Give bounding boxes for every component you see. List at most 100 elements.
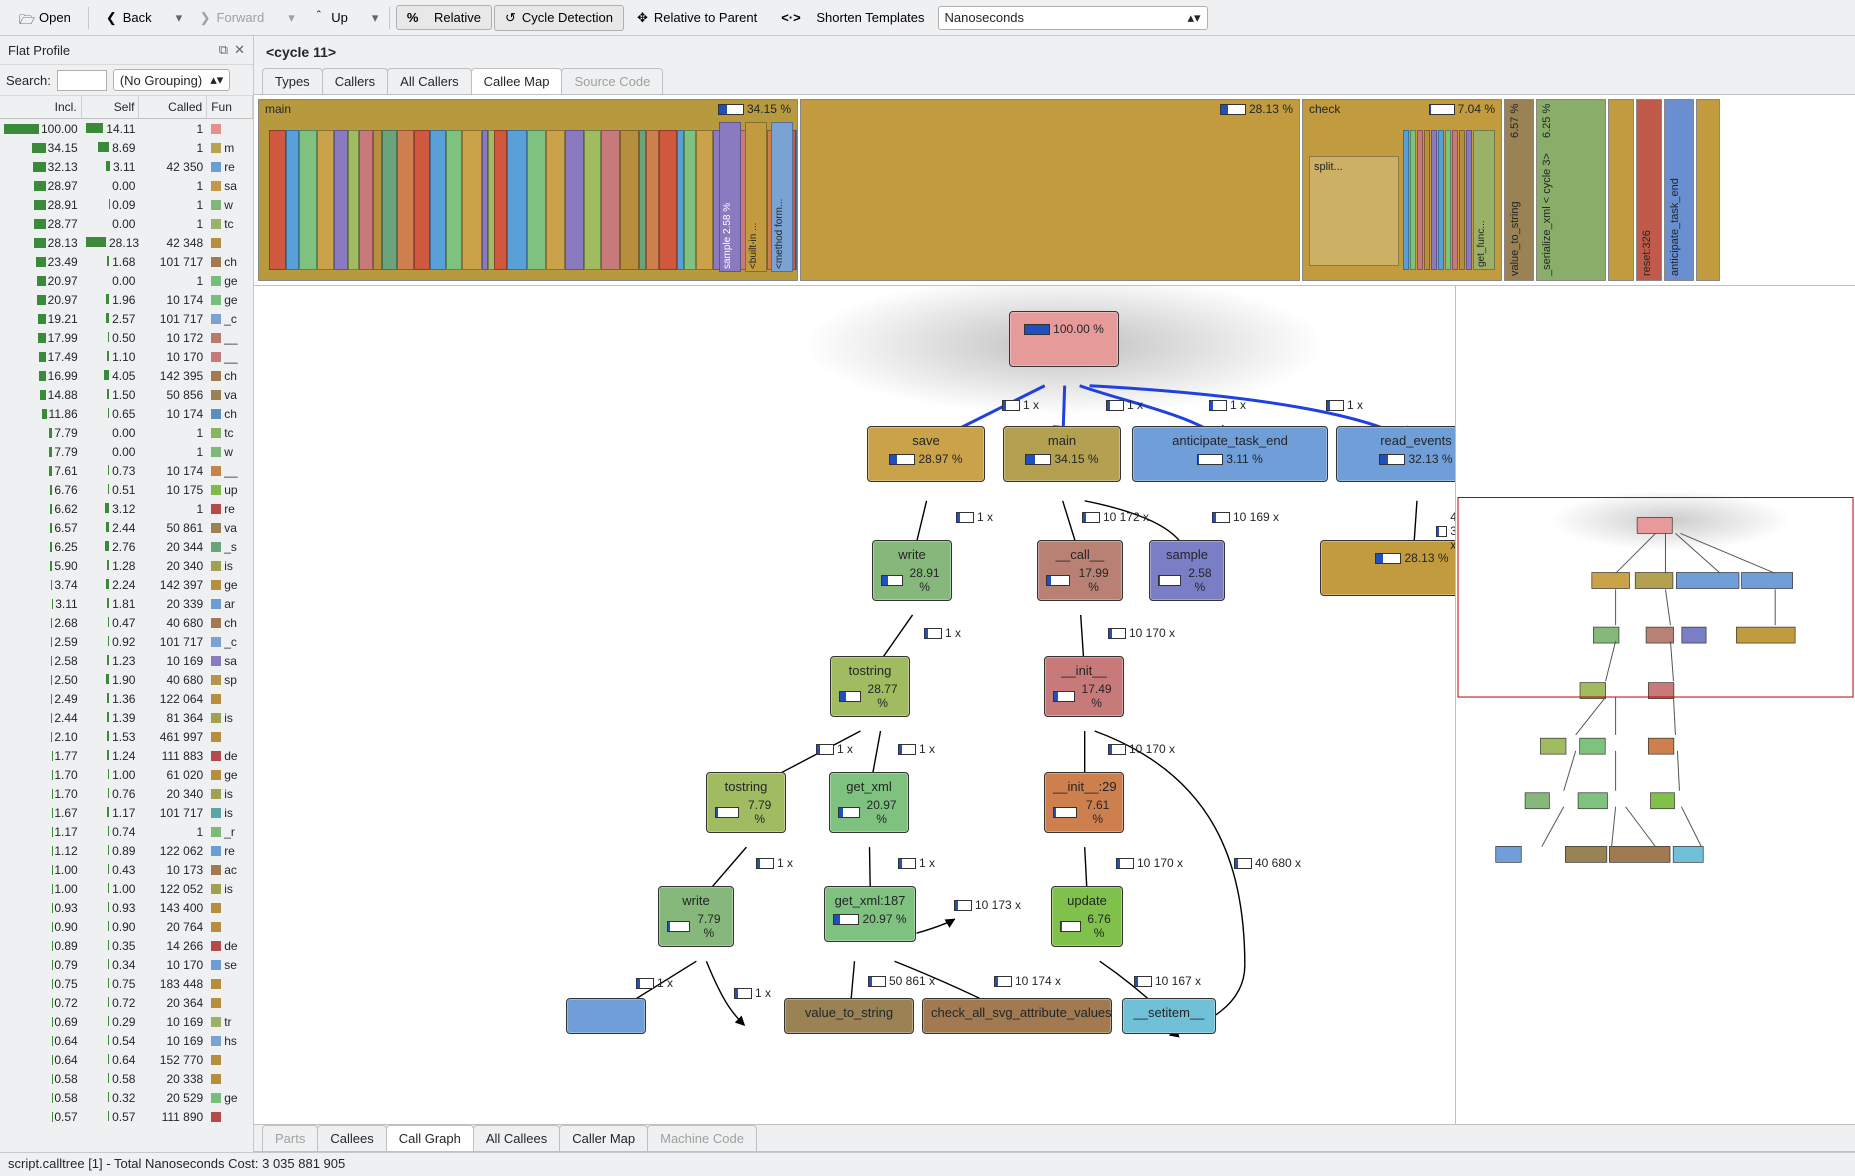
tab-source-code[interactable]: Source Code	[561, 68, 663, 94]
table-row[interactable]: 28.77 0.001tc	[0, 214, 253, 233]
table-row[interactable]: 0.58 0.3220 529ge	[0, 1088, 253, 1107]
graph-node-tostring[interactable]: tostring28.77 %	[830, 656, 910, 717]
close-icon[interactable]: ✕	[234, 42, 245, 58]
table-row[interactable]: 19.21 2.57101 717_c	[0, 309, 253, 328]
table-row[interactable]: 2.44 1.3981 364is	[0, 708, 253, 727]
table-row[interactable]: 0.93 0.93143 400	[0, 898, 253, 917]
table-row[interactable]: 2.58 1.2310 169sa	[0, 651, 253, 670]
table-row[interactable]: 6.76 0.5110 175up	[0, 480, 253, 499]
table-row[interactable]: 1.00 1.00122 052is	[0, 879, 253, 898]
graph-node-tostring2[interactable]: tostring7.79 %	[706, 772, 786, 833]
graph-node-write2[interactable]: write7.79 %	[658, 886, 734, 947]
tab-callees[interactable]: Callees	[317, 1125, 386, 1151]
table-row[interactable]: 23.49 1.68101 717ch	[0, 252, 253, 271]
table-row[interactable]: 0.90 0.9020 764	[0, 917, 253, 936]
table-row[interactable]: 1.00 0.4310 173ac	[0, 860, 253, 879]
tab-callers[interactable]: Callers	[322, 68, 388, 94]
table-row[interactable]: 32.13 3.1142 350re	[0, 157, 253, 176]
table-row[interactable]: 0.57 0.57111 890	[0, 1107, 253, 1126]
graph-node-root[interactable]: 100.00 %	[1009, 311, 1119, 367]
table-row[interactable]: 5.90 1.2820 340is	[0, 556, 253, 575]
minimap[interactable]	[1455, 286, 1855, 1124]
graph-node-call[interactable]: __call__17.99 %	[1037, 540, 1123, 601]
treemap-block[interactable]: anticipate_task_end	[1664, 99, 1694, 281]
graph-node-getxml[interactable]: get_xml20.97 %	[829, 772, 909, 833]
tab-parts[interactable]: Parts	[262, 1125, 318, 1151]
treemap-block[interactable]	[1608, 99, 1634, 281]
callee-map[interactable]: main 34.15 %sample 2.58 %<built-in ...<m…	[254, 95, 1855, 285]
treemap-block[interactable]	[1696, 99, 1720, 281]
graph-node-save[interactable]: save 28.97 %	[867, 426, 985, 482]
up-dropdown[interactable]: ▾	[361, 5, 383, 31]
graph-node-setitem[interactable]: __setitem__	[1122, 998, 1216, 1034]
table-row[interactable]: 0.72 0.7220 364	[0, 993, 253, 1012]
time-unit-select[interactable]: Nanoseconds▴▾	[938, 6, 1208, 30]
table-row[interactable]: 0.69 0.2910 169tr	[0, 1012, 253, 1031]
tab-call-graph[interactable]: Call Graph	[386, 1125, 474, 1151]
table-row[interactable]: 3.11 1.8120 339ar	[0, 594, 253, 613]
table-row[interactable]: 2.68 0.4740 680ch	[0, 613, 253, 632]
table-row[interactable]: 7.79 0.001w	[0, 442, 253, 461]
table-row[interactable]: 20.97 1.9610 174ge	[0, 290, 253, 309]
table-row[interactable]: 3.74 2.24142 397ge	[0, 575, 253, 594]
grouping-select[interactable]: (No Grouping)▴▾	[113, 69, 230, 91]
treemap-block[interactable]: value_to_string6.57 %	[1504, 99, 1534, 281]
table-row[interactable]: 17.99 0.5010 172__	[0, 328, 253, 347]
tab-all-callees[interactable]: All Callees	[473, 1125, 560, 1151]
table-row[interactable]: 0.58 0.5820 338	[0, 1069, 253, 1088]
table-row[interactable]: 0.64 0.64152 770	[0, 1050, 253, 1069]
tab-callee-map[interactable]: Callee Map	[471, 68, 563, 94]
table-row[interactable]: 16.99 4.05142 395ch	[0, 366, 253, 385]
table-row[interactable]: 1.12 0.89122 062re	[0, 841, 253, 860]
flat-table-header[interactable]: Incl. Self Called Fun	[0, 96, 253, 119]
table-row[interactable]: 1.70 1.0061 020ge	[0, 765, 253, 784]
cycle-detection-toggle[interactable]: ↺Cycle Detection	[494, 5, 624, 31]
back-dropdown[interactable]: ▾	[165, 5, 187, 31]
relative-toggle[interactable]: % Relative	[396, 5, 492, 30]
tab-all-callers[interactable]: All Callers	[387, 68, 472, 94]
table-row[interactable]: 2.10 1.53461 997	[0, 727, 253, 746]
table-row[interactable]: 6.25 2.7620 344_s	[0, 537, 253, 556]
forward-dropdown[interactable]: ▾	[277, 5, 299, 31]
graph-node-read[interactable]: read_events 32.13 %	[1336, 426, 1455, 482]
tab-types[interactable]: Types	[262, 68, 323, 94]
graph-node-v2s[interactable]: value_to_string	[784, 998, 914, 1034]
table-row[interactable]: 1.17 0.741_r	[0, 822, 253, 841]
table-row[interactable]: 2.50 1.9040 680sp	[0, 670, 253, 689]
back-button[interactable]: ❮Back	[95, 5, 163, 31]
forward-button[interactable]: ❯Forward	[189, 5, 276, 31]
table-row[interactable]: 28.91 0.091w	[0, 195, 253, 214]
graph-node-write[interactable]: write28.91 %	[872, 540, 952, 601]
graph-node-ujson[interactable]: 28.13 %	[1320, 540, 1455, 596]
treemap-block[interactable]: main 34.15 %sample 2.58 %<built-in ...<m…	[258, 99, 798, 281]
graph-node-sample[interactable]: sample2.58 %	[1149, 540, 1225, 601]
open-button[interactable]: 🗁Open	[8, 5, 82, 30]
shorten-templates-toggle[interactable]: <·> Shorten Templates	[770, 5, 935, 30]
table-row[interactable]: 28.13 28.1342 348	[0, 233, 253, 252]
treemap-block[interactable]: 28.13 %	[800, 99, 1300, 281]
flat-table-body[interactable]: 100.00 14.11134.15 8.691m32.13 3.1142 35…	[0, 119, 253, 1152]
graph-node-init29[interactable]: __init__:297.61 %	[1044, 772, 1124, 833]
table-row[interactable]: 28.97 0.001sa	[0, 176, 253, 195]
table-row[interactable]: 1.77 1.24111 883de	[0, 746, 253, 765]
tab-machine-code[interactable]: Machine Code	[647, 1125, 757, 1151]
treemap-block[interactable]: _serialize_xml < cycle 3>6.25 %	[1536, 99, 1606, 281]
table-row[interactable]: 2.49 1.36122 064	[0, 689, 253, 708]
graph-node-getxml187[interactable]: get_xml:18720.97 %	[824, 886, 916, 942]
table-row[interactable]: 0.75 0.75183 448	[0, 974, 253, 993]
table-row[interactable]: 1.70 0.7620 340is	[0, 784, 253, 803]
tab-caller-map[interactable]: Caller Map	[559, 1125, 648, 1151]
table-row[interactable]: 1.67 1.17101 717is	[0, 803, 253, 822]
table-row[interactable]: 20.97 0.001ge	[0, 271, 253, 290]
relative-parent-toggle[interactable]: ✥Relative to Parent	[626, 5, 768, 31]
table-row[interactable]: 7.61 0.7310 174__	[0, 461, 253, 480]
table-row[interactable]: 11.86 0.6510 174ch	[0, 404, 253, 423]
graph-node-ant[interactable]: anticipate_task_end 3.11 %	[1132, 426, 1328, 482]
call-graph[interactable]: 100.00 %save 28.97 %main 34.15 %anticipa…	[254, 286, 1455, 1124]
graph-node-chkattr[interactable]: check_all_svg_attribute_values	[922, 998, 1112, 1034]
treemap-block[interactable]: check7.04 %split...get_func...	[1302, 99, 1502, 281]
table-row[interactable]: 6.57 2.4450 861va	[0, 518, 253, 537]
graph-node-init[interactable]: __init__17.49 %	[1044, 656, 1124, 717]
table-row[interactable]: 34.15 8.691m	[0, 138, 253, 157]
table-row[interactable]: 7.79 0.001tc	[0, 423, 253, 442]
